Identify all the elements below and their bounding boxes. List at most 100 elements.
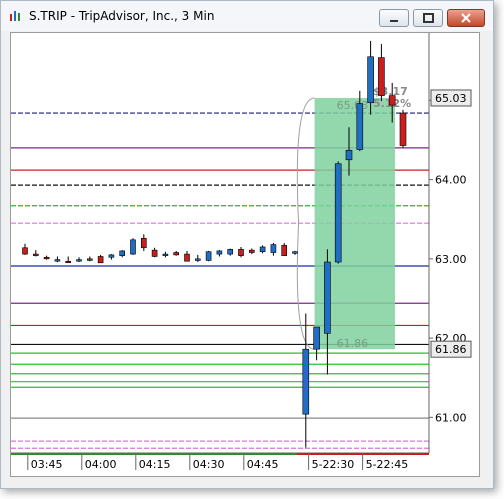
- close-icon: [461, 13, 471, 23]
- candle-body: [249, 249, 255, 253]
- candle-body: [356, 103, 364, 150]
- candle-body: [205, 251, 212, 261]
- candle: [313, 326, 320, 361]
- candle-body: [367, 56, 374, 104]
- candle: [302, 313, 310, 448]
- candle: [184, 250, 190, 262]
- candle: [334, 161, 342, 264]
- candle: [141, 234, 147, 251]
- trade-box: 65.03 61.86 $3.17 5.12%: [296, 85, 411, 350]
- candle: [151, 247, 158, 258]
- minimize-icon: [390, 20, 398, 22]
- candle: [205, 250, 212, 262]
- title-bar[interactable]: S.TRIP - TripAdvisor, Inc., 3 Min: [1, 1, 493, 31]
- candle: [162, 251, 169, 258]
- candle-body: [141, 237, 147, 249]
- candle-body: [334, 163, 342, 263]
- candle-body: [302, 348, 310, 415]
- candle-body: [388, 95, 396, 106]
- candle-body: [184, 253, 190, 262]
- candle: [216, 250, 223, 257]
- chart-window: S.TRIP - TripAdvisor, Inc., 3 Min 65.03 …: [0, 0, 494, 489]
- x-tick-label: 04:00: [85, 458, 117, 471]
- trade-box-bottom-value: 61.86: [337, 337, 369, 350]
- candle-body: [270, 244, 277, 253]
- last-price-label: 65.03: [435, 92, 467, 105]
- candle: [97, 254, 104, 264]
- restore-icon: [423, 13, 434, 23]
- minimize-button[interactable]: [379, 9, 409, 27]
- candle: [259, 245, 266, 254]
- candle-body: [216, 250, 223, 255]
- candle-body: [87, 258, 93, 261]
- candle-body: [22, 247, 28, 255]
- chart-app-icon: [10, 11, 20, 21]
- x-tick-labels: 03:45 04:00 04:15 04:30 04:45 5-22:30 5-22:45: [27, 453, 409, 471]
- candle-body: [227, 249, 233, 255]
- candle: [22, 243, 28, 255]
- close-button[interactable]: [447, 9, 485, 27]
- candle: [270, 243, 277, 256]
- candle-body: [32, 253, 39, 256]
- candle-body: [238, 249, 244, 256]
- candle-body: [259, 246, 266, 253]
- candle: [65, 256, 72, 264]
- x-tick-label: 04:30: [193, 458, 225, 471]
- current-price-label: 61.86: [435, 343, 467, 356]
- candle-body: [130, 239, 136, 255]
- candle-body: [162, 253, 169, 256]
- candle: [54, 256, 61, 263]
- x-tick-label: 04:45: [247, 458, 279, 471]
- candle-body: [97, 256, 104, 264]
- x-tick-label: 04:15: [139, 458, 171, 471]
- y-tick-label: 61.00: [435, 411, 467, 424]
- candle-body: [119, 250, 125, 256]
- y-tick-label: 64.00: [435, 174, 467, 187]
- candle: [399, 109, 407, 148]
- x-tick-label: 5-22:45: [366, 458, 409, 471]
- candle: [249, 248, 255, 255]
- candle: [292, 250, 298, 255]
- chart-area[interactable]: 65.03 61.86 $3.17 5.12% 65.0064.0063.006…: [10, 32, 480, 477]
- y-tick-label: 63.00: [435, 253, 467, 266]
- candle-body: [195, 258, 201, 261]
- candle: [119, 250, 125, 258]
- candle-body: [345, 149, 353, 161]
- time-axis: [11, 452, 429, 455]
- candle: [32, 250, 39, 257]
- candle-body: [378, 57, 385, 96]
- candle-body: [399, 112, 407, 146]
- candle-body: [313, 326, 320, 350]
- candle-body: [324, 261, 331, 334]
- y-tick-labels: 65.0064.0063.0062.0061.00: [429, 94, 467, 424]
- candle-body: [108, 254, 115, 258]
- candle: [324, 249, 331, 375]
- candle: [281, 243, 288, 256]
- candle-body: [151, 249, 158, 257]
- x-tick-label: 5-22:30: [312, 458, 355, 471]
- candle: [378, 44, 385, 102]
- candlestick-chart[interactable]: 65.03 61.86 $3.17 5.12% 65.0064.0063.006…: [11, 33, 479, 476]
- x-tick-label: 03:45: [31, 458, 63, 471]
- window-title: S.TRIP - TripAdvisor, Inc., 3 Min: [29, 9, 215, 23]
- candle: [43, 255, 50, 260]
- candle: [227, 248, 233, 256]
- candle: [195, 254, 201, 263]
- candle-body: [54, 259, 61, 262]
- candle-body: [65, 260, 72, 264]
- candle: [76, 257, 82, 263]
- candle: [108, 254, 115, 260]
- candle-body: [76, 259, 82, 262]
- candle-body: [173, 252, 179, 256]
- candle: [173, 250, 179, 256]
- candle-body: [281, 245, 288, 256]
- trade-box-top-value: 65.03: [337, 99, 369, 112]
- candle: [87, 256, 93, 262]
- candle: [238, 246, 244, 258]
- price-labels: 65.03 61.86: [430, 89, 472, 358]
- session-bar: [11, 453, 297, 455]
- maximize-button[interactable]: [413, 9, 443, 27]
- candle: [130, 238, 136, 255]
- candle-body: [292, 251, 298, 254]
- candle-body: [43, 256, 50, 260]
